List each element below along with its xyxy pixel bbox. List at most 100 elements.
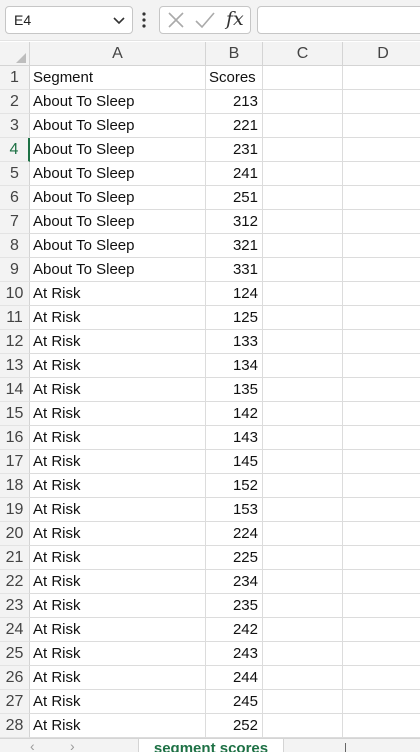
cell-empty[interactable] [343,378,420,402]
cell-empty[interactable] [343,186,420,210]
cell-segment[interactable]: At Risk [30,498,206,522]
cell-empty[interactable] [343,498,420,522]
row-header[interactable]: 17 [0,450,30,474]
cell-empty[interactable] [343,618,420,642]
cell-score[interactable]: 124 [206,282,263,306]
row-header[interactable]: 8 [0,234,30,258]
row-header[interactable]: 19 [0,498,30,522]
chevron-left-icon[interactable]: ‹ [30,739,35,752]
cell-empty[interactable] [343,90,420,114]
cell-segment[interactable]: At Risk [30,450,206,474]
sheet-tab-segment-scores[interactable]: segment scores [138,739,284,752]
row-header[interactable]: 14 [0,378,30,402]
row-header[interactable]: 18 [0,474,30,498]
cell-empty[interactable] [263,66,343,90]
cell-score[interactable]: 235 [206,594,263,618]
cell-score[interactable]: 244 [206,666,263,690]
cell-empty[interactable] [343,426,420,450]
cell-score[interactable]: 145 [206,450,263,474]
cell-segment[interactable]: At Risk [30,522,206,546]
cell-score[interactable]: 225 [206,546,263,570]
cell-segment[interactable]: About To Sleep [30,90,206,114]
row-header[interactable]: 25 [0,642,30,666]
row-header[interactable]: 5 [0,162,30,186]
cell-score[interactable]: 152 [206,474,263,498]
cell-empty[interactable] [263,210,343,234]
cell-score[interactable]: 241 [206,162,263,186]
cell-segment[interactable]: At Risk [30,594,206,618]
cell-empty[interactable] [263,666,343,690]
row-header[interactable]: 10 [0,282,30,306]
cell-segment[interactable]: About To Sleep [30,162,206,186]
cell-empty[interactable] [263,258,343,282]
cell-segment[interactable]: About To Sleep [30,138,206,162]
cell-empty[interactable] [263,594,343,618]
cell-score[interactable]: 331 [206,258,263,282]
cell-score[interactable]: 312 [206,210,263,234]
more-options-icon[interactable] [141,11,147,29]
cell-empty[interactable] [343,66,420,90]
cell-segment[interactable]: About To Sleep [30,186,206,210]
cell-score[interactable]: 245 [206,690,263,714]
cell-segment[interactable]: At Risk [30,474,206,498]
cell-score[interactable]: 231 [206,138,263,162]
row-header[interactable]: 12 [0,330,30,354]
cell-empty[interactable] [263,498,343,522]
cell-segment[interactable]: About To Sleep [30,114,206,138]
cell-empty[interactable] [343,258,420,282]
cell-empty[interactable] [263,642,343,666]
cell-segment[interactable]: At Risk [30,642,206,666]
cell-empty[interactable] [343,306,420,330]
cell-segment[interactable]: At Risk [30,570,206,594]
cell-empty[interactable] [343,642,420,666]
column-header-b[interactable]: B [206,42,263,66]
cell-empty[interactable] [343,450,420,474]
cell-empty[interactable] [263,90,343,114]
check-icon[interactable] [194,10,216,35]
cell-empty[interactable] [343,666,420,690]
cell-empty[interactable] [343,570,420,594]
row-header[interactable]: 24 [0,618,30,642]
cell-empty[interactable] [343,234,420,258]
column-header-d[interactable]: D [343,42,420,66]
cell-empty[interactable] [263,378,343,402]
cell-score[interactable]: 153 [206,498,263,522]
row-header[interactable]: 22 [0,570,30,594]
fx-icon[interactable]: fx [226,8,244,30]
cell-empty[interactable] [263,162,343,186]
cell-empty[interactable] [263,474,343,498]
cell-empty[interactable] [343,522,420,546]
cell-score[interactable]: 142 [206,402,263,426]
row-header[interactable]: 1 [0,66,30,90]
cell-segment[interactable]: About To Sleep [30,258,206,282]
cell-empty[interactable] [263,690,343,714]
chevron-right-icon[interactable]: › [70,739,75,752]
cell-segment[interactable]: At Risk [30,378,206,402]
select-all-corner[interactable] [0,42,30,66]
cell-score[interactable]: 252 [206,714,263,738]
formula-input[interactable] [257,6,420,34]
column-header-c[interactable]: C [263,42,343,66]
name-box[interactable]: E4 [5,6,133,34]
row-header[interactable]: 11 [0,306,30,330]
row-header[interactable]: 28 [0,714,30,738]
row-header[interactable]: 15 [0,402,30,426]
row-header[interactable]: 2 [0,90,30,114]
cell-score[interactable]: 125 [206,306,263,330]
cell-empty[interactable] [263,330,343,354]
cell-score[interactable]: 243 [206,642,263,666]
cell-empty[interactable] [263,354,343,378]
cell-empty[interactable] [343,714,420,738]
cell-segment[interactable]: At Risk [30,282,206,306]
cell-segment[interactable]: At Risk [30,426,206,450]
cell-segment[interactable]: At Risk [30,546,206,570]
header-cell-segment[interactable]: Segment [30,66,206,90]
cell-empty[interactable] [343,210,420,234]
cell-empty[interactable] [263,426,343,450]
row-header[interactable]: 16 [0,426,30,450]
cell-score[interactable]: 143 [206,426,263,450]
cell-score[interactable]: 221 [206,114,263,138]
cell-score[interactable]: 134 [206,354,263,378]
cell-segment[interactable]: At Risk [30,690,206,714]
cell-empty[interactable] [343,354,420,378]
